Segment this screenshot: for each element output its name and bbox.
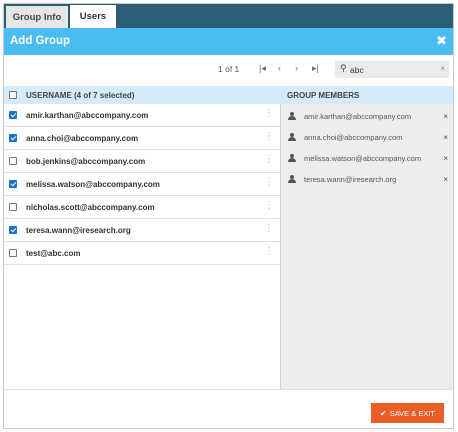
member-item: anna.choi@abccompany.com × (281, 129, 454, 149)
user-row[interactable]: bob.jenkins@abccompany.com ⋮ (4, 150, 280, 173)
user-checkbox[interactable] (9, 226, 17, 234)
next-page-icon[interactable]: › (295, 63, 298, 73)
user-email: teresa.wann@iresearch.org (26, 226, 131, 235)
user-email: melissa.watson@abccompany.com (26, 180, 160, 189)
member-email: teresa.wann@iresearch.org (304, 175, 397, 184)
row-menu-icon[interactable]: ⋮ (264, 223, 274, 234)
user-email: test@abc.com (26, 249, 81, 258)
select-all-checkbox[interactable] (9, 91, 17, 99)
dialog-titlebar: Add Group ✖ (4, 28, 453, 55)
search-box[interactable]: ⚲ abc × (335, 61, 449, 78)
row-menu-icon[interactable]: ⋮ (264, 154, 274, 165)
remove-member-icon[interactable]: × (443, 112, 448, 121)
row-menu-icon[interactable]: ⋮ (264, 108, 274, 119)
user-checkbox[interactable] (9, 111, 17, 119)
row-menu-icon[interactable]: ⋮ (264, 131, 274, 142)
user-checkbox[interactable] (9, 180, 17, 188)
user-checkbox[interactable] (9, 157, 17, 165)
first-page-icon[interactable]: |◂ (259, 63, 266, 74)
tab-group-info[interactable]: Group Info (6, 6, 68, 28)
add-group-dialog: Group Info Users Add Group ✖ 1 of 1 |◂ ‹… (3, 3, 454, 429)
remove-member-icon[interactable]: × (443, 154, 448, 163)
user-row[interactable]: melissa.watson@abccompany.com ⋮ (4, 173, 280, 196)
member-item: teresa.wann@iresearch.org × (281, 171, 454, 191)
remove-member-icon[interactable]: × (443, 133, 448, 142)
row-menu-icon[interactable]: ⋮ (264, 200, 274, 211)
user-checkbox[interactable] (9, 134, 17, 142)
user-row[interactable]: nicholas.scott@abccompany.com ⋮ (4, 196, 280, 219)
member-email: amir.karthan@abccompany.com (304, 112, 412, 121)
save-exit-button[interactable]: ✔ SAVE & EXIT (371, 403, 444, 423)
close-icon[interactable]: ✖ (436, 33, 447, 49)
dialog-footer: ✔ SAVE & EXIT (4, 389, 453, 428)
page-info: 1 of 1 (218, 64, 240, 74)
user-email: bob.jenkins@abccompany.com (26, 157, 146, 166)
toolbar: 1 of 1 |◂ ‹ › ▸| ⚲ abc × (4, 55, 453, 85)
user-checkbox[interactable] (9, 203, 17, 211)
member-item: amir.karthan@abccompany.com × (281, 108, 454, 128)
row-menu-icon[interactable]: ⋮ (264, 177, 274, 188)
user-list: amir.karthan@abccompany.com ⋮ anna.choi@… (4, 104, 280, 265)
tab-bar: Group Info Users (4, 4, 453, 28)
search-icon: ⚲ (340, 63, 347, 73)
user-email: anna.choi@abccompany.com (26, 134, 139, 143)
save-exit-label: SAVE & EXIT (389, 408, 435, 418)
search-input[interactable]: abc (350, 65, 364, 75)
user-row[interactable]: test@abc.com ⋮ (4, 242, 280, 265)
members-header-label: GROUP MEMBERS (287, 91, 360, 100)
members-column-header: GROUP MEMBERS (280, 86, 453, 104)
dialog-title: Add Group (10, 35, 71, 47)
tab-users[interactable]: Users (70, 5, 116, 28)
user-row[interactable]: amir.karthan@abccompany.com ⋮ (4, 104, 280, 127)
username-column-header: USERNAME (4 of 7 selected) (4, 86, 280, 104)
prev-page-icon[interactable]: ‹ (278, 63, 281, 73)
user-email: nicholas.scott@abccompany.com (26, 203, 155, 212)
user-row[interactable]: teresa.wann@iresearch.org ⋮ (4, 219, 280, 242)
row-menu-icon[interactable]: ⋮ (264, 246, 274, 257)
last-page-icon[interactable]: ▸| (312, 63, 319, 74)
check-icon: ✔ (380, 408, 387, 418)
user-checkbox[interactable] (9, 249, 17, 257)
member-item: melissa.watson@abccompany.com × (281, 150, 454, 170)
username-header-label: USERNAME (4 of 7 selected) (26, 91, 135, 100)
clear-search-icon[interactable]: × (440, 64, 445, 73)
remove-member-icon[interactable]: × (443, 175, 448, 184)
member-email: anna.choi@abccompany.com (304, 133, 403, 142)
user-row[interactable]: anna.choi@abccompany.com ⋮ (4, 127, 280, 150)
group-members-panel: amir.karthan@abccompany.com × anna.choi@… (280, 104, 453, 389)
user-email: amir.karthan@abccompany.com (26, 111, 149, 120)
member-email: melissa.watson@abccompany.com (304, 154, 422, 163)
